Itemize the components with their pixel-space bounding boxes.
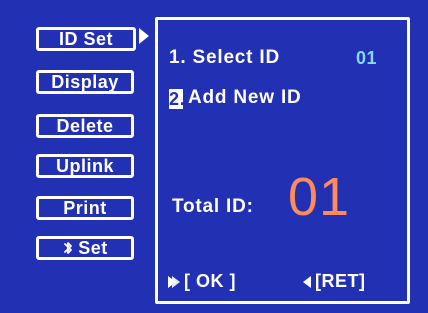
- ok-command[interactable]: [ OK ]: [166, 271, 236, 292]
- return-command-label: [RET]: [315, 271, 366, 291]
- selected-id-value: 01: [356, 48, 378, 68]
- ok-command-label: [ OK ]: [184, 271, 236, 291]
- menu-display-label: Display: [51, 72, 119, 92]
- menu-id-set-label: ID Set: [58, 29, 113, 49]
- menu-bluetooth-set-label: Set: [78, 238, 108, 258]
- total-id-label: Total ID:: [172, 196, 254, 217]
- selected-menu-arrow-icon: [139, 28, 149, 44]
- select-id-option[interactable]: 1. Select ID: [169, 47, 280, 69]
- menu-id-set-button[interactable]: ID Set: [36, 27, 136, 51]
- menu-uplink-label: Uplink: [55, 156, 114, 176]
- menu-print-button[interactable]: Print: [36, 196, 134, 220]
- bluetooth-icon: [64, 242, 73, 254]
- add-new-id-number: 2.: [169, 89, 186, 109]
- menu-uplink-button[interactable]: Uplink: [36, 154, 134, 178]
- select-id-label: 1. Select ID: [169, 47, 280, 68]
- return-arrow-icon: [303, 276, 311, 288]
- menu-print-label: Print: [63, 198, 107, 218]
- return-command[interactable]: [RET]: [299, 271, 366, 292]
- ok-double-arrow-icon: [168, 276, 180, 288]
- menu-bluetooth-set-button[interactable]: Set: [36, 236, 134, 260]
- device-screen: ID Set Display Delete Uplink Print Set 1…: [0, 0, 428, 313]
- menu-delete-button[interactable]: Delete: [36, 114, 134, 138]
- add-new-id-label: Add New ID: [188, 87, 302, 108]
- menu-delete-label: Delete: [56, 116, 114, 136]
- add-new-id-option[interactable]: 2. Add New ID: [169, 87, 302, 109]
- menu-display-button[interactable]: Display: [36, 70, 134, 94]
- total-id-value: 01: [288, 167, 351, 227]
